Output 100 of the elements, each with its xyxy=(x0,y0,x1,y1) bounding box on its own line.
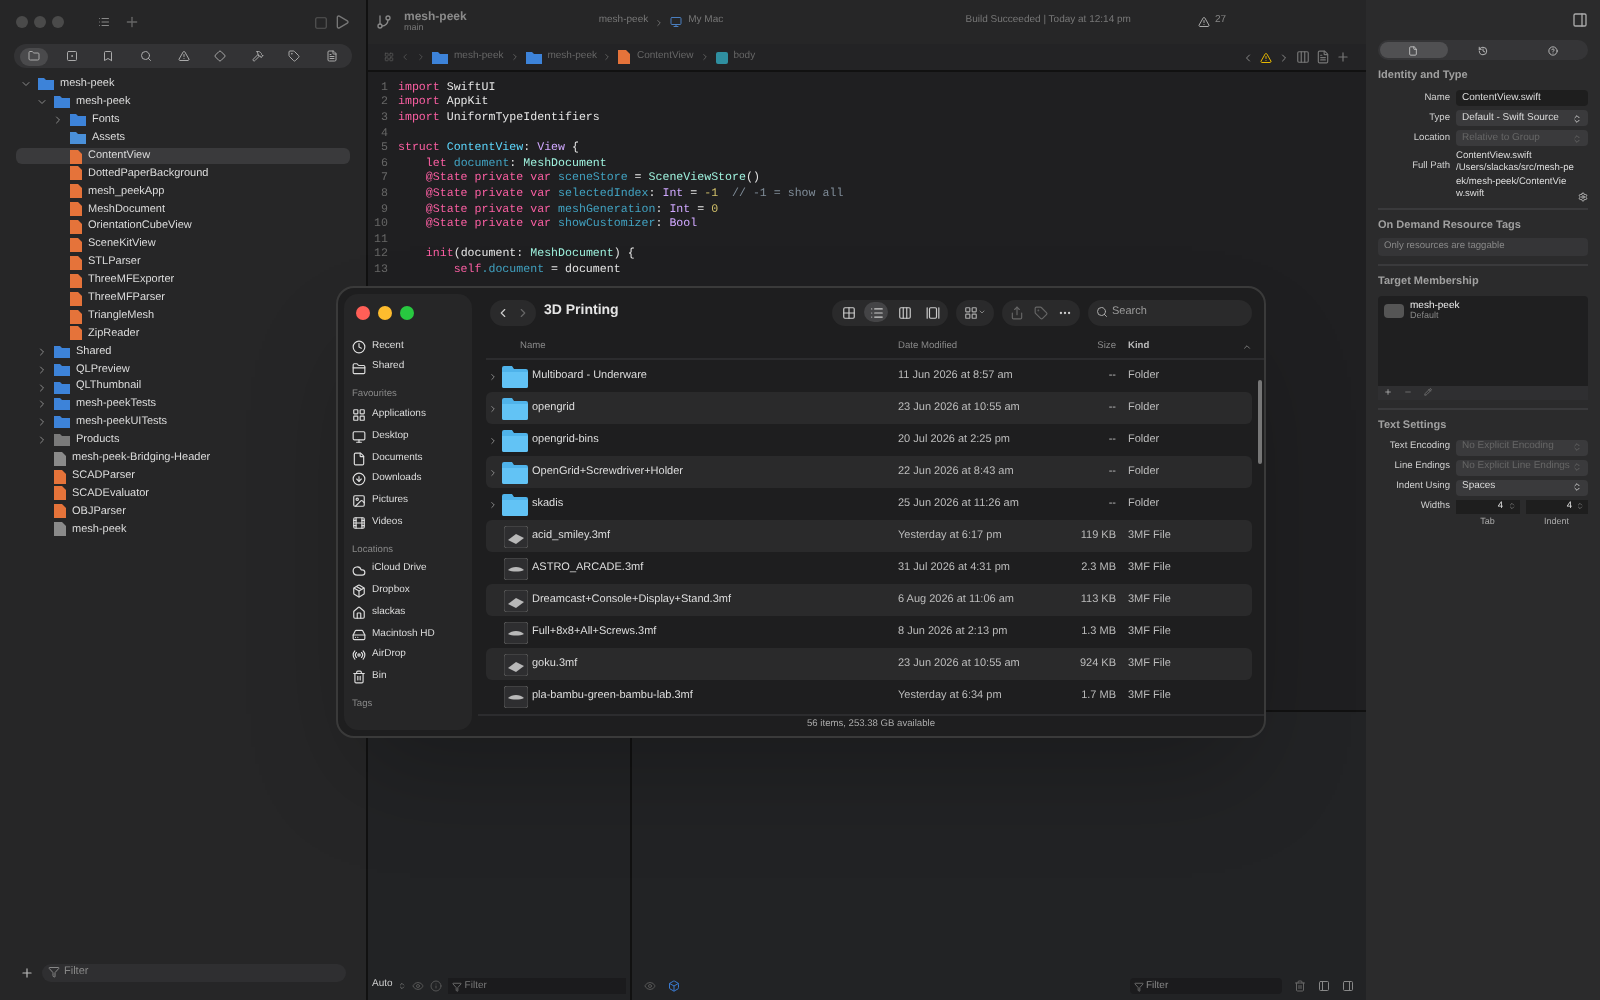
back-icon xyxy=(496,305,510,319)
chevron-right-icon xyxy=(699,52,710,62)
back-button[interactable] xyxy=(496,305,510,319)
filter-icon xyxy=(48,966,60,978)
help-icon xyxy=(1548,45,1558,55)
download-icon xyxy=(352,472,366,487)
folder-icon xyxy=(502,461,528,483)
radio-icon xyxy=(352,648,366,663)
document-icon xyxy=(1408,45,1418,55)
info-icon xyxy=(430,980,443,992)
chevron-updown-icon xyxy=(1572,133,1582,144)
bookmark-icon xyxy=(102,50,115,62)
diamond-icon xyxy=(214,50,227,62)
columns-icon xyxy=(897,305,911,319)
warning-icon xyxy=(177,50,189,62)
folder-icon xyxy=(352,361,366,376)
chevron-updown-icon xyxy=(1572,462,1582,473)
chevron-right-icon xyxy=(509,52,520,62)
search-icon xyxy=(139,50,152,62)
scrollbar[interactable] xyxy=(1258,380,1262,464)
model-thumbnail-icon xyxy=(503,589,527,611)
share-button[interactable] xyxy=(1010,305,1024,319)
list-icon xyxy=(869,305,883,319)
swift-file-icon xyxy=(618,50,631,64)
image-icon xyxy=(352,494,366,509)
folder-icon xyxy=(502,493,528,515)
forward-button[interactable] xyxy=(516,305,530,319)
app-target-icon xyxy=(1384,304,1404,319)
tag-icon xyxy=(288,50,301,62)
plus-icon xyxy=(124,14,140,30)
navigator-tab[interactable] xyxy=(20,47,48,65)
stop-icon xyxy=(314,15,328,29)
grid-icon xyxy=(352,408,366,423)
tag-button[interactable] xyxy=(1034,305,1048,319)
inspector-tab[interactable] xyxy=(1379,42,1447,58)
model-thumbnail-icon xyxy=(503,525,527,547)
filter-icon xyxy=(452,981,463,991)
folder-icon xyxy=(525,51,542,63)
run-icon xyxy=(334,14,350,30)
eye-icon xyxy=(644,980,656,992)
plus-icon xyxy=(1336,50,1350,64)
tag-icon xyxy=(1034,305,1048,319)
hammer-icon xyxy=(251,50,264,62)
chevron-right-icon xyxy=(602,52,613,62)
project-icon xyxy=(432,51,448,63)
project-icon xyxy=(38,78,54,91)
back-icon xyxy=(400,52,410,62)
model-thumbnail-icon xyxy=(503,653,527,675)
trash-icon xyxy=(1294,980,1306,992)
grid-icon xyxy=(841,305,855,319)
model-thumbnail-icon xyxy=(503,685,527,707)
chevron-right-icon xyxy=(487,499,497,509)
previous-icon xyxy=(1242,51,1254,63)
warning-icon xyxy=(1260,51,1272,63)
box-icon xyxy=(352,584,366,599)
panel-right-icon xyxy=(1342,980,1354,992)
share-icon xyxy=(1010,305,1024,319)
entitlements-file-icon xyxy=(54,522,66,537)
group-icon xyxy=(964,305,978,319)
grid-icon xyxy=(384,52,394,62)
chevron-right-icon xyxy=(487,435,497,445)
film-icon xyxy=(352,515,366,530)
mac-icon xyxy=(670,16,683,28)
list-icon xyxy=(98,16,110,28)
header-file-icon xyxy=(54,451,66,466)
clock-icon xyxy=(352,339,366,354)
source-control-icon xyxy=(65,50,78,62)
chevron-right-icon xyxy=(487,403,497,413)
panel-left-icon xyxy=(1318,980,1330,992)
folder-icon xyxy=(502,365,528,387)
chevron-updown-icon xyxy=(1572,482,1582,493)
property-icon xyxy=(715,51,728,63)
split-icon xyxy=(1296,50,1310,64)
document-icon xyxy=(352,451,366,466)
chevron-updown-icon xyxy=(1572,442,1582,453)
branch-icon xyxy=(376,14,392,30)
home-icon xyxy=(352,606,366,621)
chevron-right-icon xyxy=(52,114,64,127)
view-mode-button[interactable] xyxy=(864,302,888,322)
plus-icon xyxy=(1384,388,1392,397)
forward-icon xyxy=(516,305,530,319)
chevron-right-icon xyxy=(487,467,497,477)
forward-icon xyxy=(416,52,426,62)
document-icon xyxy=(326,50,338,62)
group-button[interactable] xyxy=(956,299,994,325)
folder-icon xyxy=(28,50,40,62)
history-icon xyxy=(1478,45,1488,55)
eye-icon xyxy=(412,980,425,992)
monitor-icon xyxy=(352,430,366,445)
inspector-toggle-icon xyxy=(1572,12,1588,28)
hard-drive-icon xyxy=(352,627,366,642)
gallery-icon xyxy=(925,305,939,319)
trash-icon xyxy=(352,670,366,685)
folder-icon xyxy=(502,429,528,451)
chevron-updown-icon xyxy=(1572,113,1582,124)
next-icon xyxy=(1278,51,1290,63)
plus-icon xyxy=(20,965,34,979)
warning-icon xyxy=(1198,16,1211,28)
folder-icon xyxy=(502,397,528,419)
model-thumbnail-icon xyxy=(503,621,527,643)
